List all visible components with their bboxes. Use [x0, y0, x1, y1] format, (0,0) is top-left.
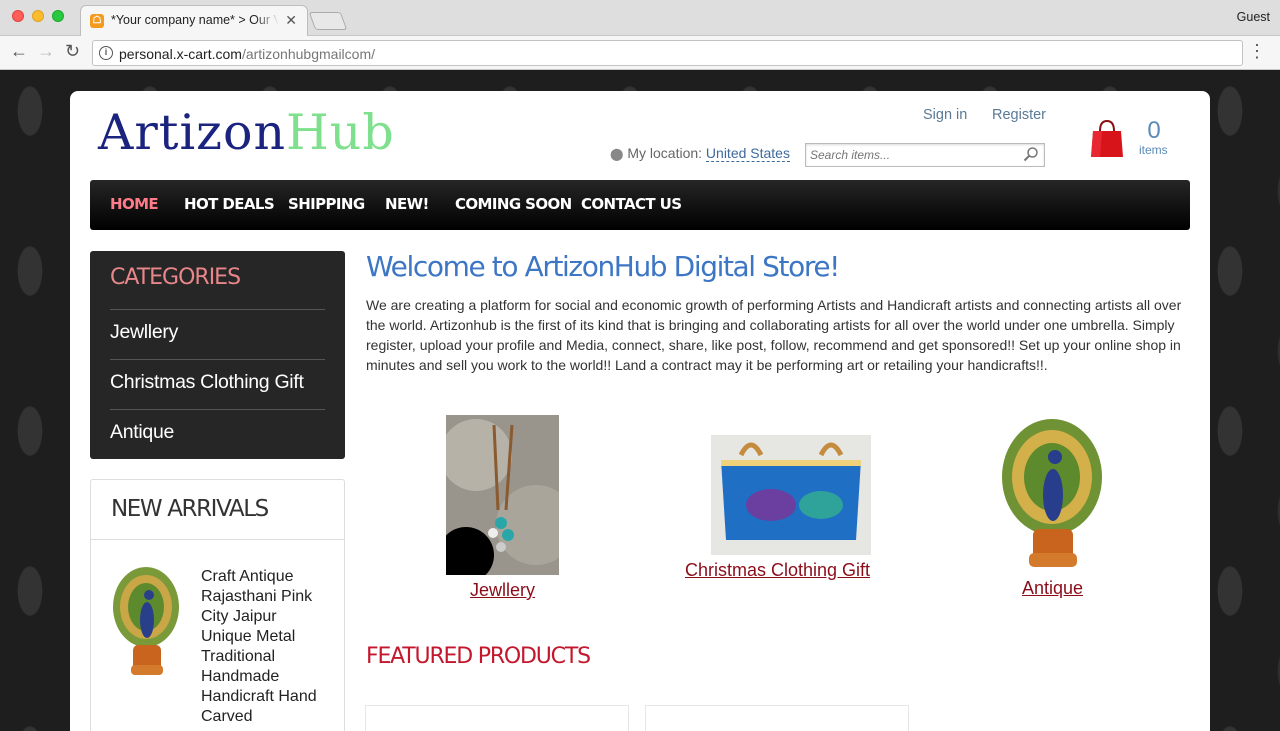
search-input[interactable]: [810, 146, 1015, 164]
tile-link-christmas-clothing-gift[interactable]: Christmas Clothing Gift: [670, 560, 885, 581]
minimize-window-button[interactable]: [32, 10, 44, 22]
new-arrivals-panel: NEW ARRIVALS Craft Antique Rajasthani Pi…: [90, 479, 345, 731]
address-bar[interactable]: i personal.x-cart.com/artizonhubgmailcom…: [92, 40, 1243, 66]
back-arrow-icon[interactable]: ←: [10, 41, 28, 62]
antique-image[interactable]: [995, 417, 1110, 573]
map-pin-icon: ⬤: [610, 147, 624, 161]
page-title: Welcome to ArtizonHub Digital Store!: [366, 250, 840, 283]
maximize-window-button[interactable]: [52, 10, 64, 22]
bag-image[interactable]: [711, 435, 871, 555]
browser-tab[interactable]: ☖ *Your company name* > Our V ✕: [80, 5, 308, 36]
divider: [91, 539, 344, 540]
arrival-product-name[interactable]: Craft Antique Rajasthani Pink City Jaipu…: [201, 567, 331, 727]
nav-home[interactable]: HOME: [110, 195, 159, 213]
nav-new[interactable]: NEW!: [385, 195, 429, 213]
arrival-product-image[interactable]: [111, 565, 181, 680]
new-arrivals-title: NEW ARRIVALS: [111, 496, 269, 522]
profile-name[interactable]: Guest: [1237, 10, 1270, 24]
search-icon[interactable]: [1023, 146, 1039, 162]
category-tile-jewllery[interactable]: Jewllery: [438, 415, 576, 601]
location-value-link[interactable]: United States: [705, 145, 790, 162]
categories-panel: CATEGORIES Jewllery Christmas Clothing G…: [90, 251, 345, 459]
jewllery-image[interactable]: [438, 415, 576, 583]
categories-title: CATEGORIES: [110, 265, 241, 290]
product-card[interactable]: [365, 705, 629, 731]
store-logo[interactable]: ArtizonHub: [98, 103, 395, 163]
cart-label[interactable]: items: [1139, 143, 1168, 157]
new-tab-button[interactable]: [308, 12, 348, 30]
category-item-christmas-clothing-gift[interactable]: Christmas Clothing Gift: [110, 359, 325, 409]
url-host: personal.x-cart.com: [119, 46, 242, 62]
register-link[interactable]: Register: [992, 107, 1046, 123]
cart-count[interactable]: 0: [1147, 117, 1161, 145]
product-card[interactable]: [645, 705, 909, 731]
store-container: ArtizonHub Sign in Register ⬤ My locatio…: [70, 91, 1210, 731]
nav-shipping[interactable]: SHIPPING: [288, 195, 365, 213]
url-text[interactable]: personal.x-cart.com/artizonhubgmailcom/: [119, 46, 375, 62]
nav-coming-soon[interactable]: COMING SOON: [455, 195, 572, 213]
intro-paragraph: We are creating a platform for social an…: [366, 297, 1182, 373]
info-icon[interactable]: i: [99, 46, 113, 60]
browser-tab-bar: ☖ *Your company name* > Our V ✕ Guest: [0, 0, 1280, 36]
location-selector: ⬤ My location: United States: [610, 145, 790, 162]
close-window-button[interactable]: [12, 10, 24, 22]
search-box: [805, 143, 1045, 167]
nav-contact-us[interactable]: CONTACT US: [581, 195, 682, 213]
reload-icon[interactable]: ↻: [65, 41, 80, 62]
browser-menu-icon[interactable]: ⋮: [1248, 42, 1266, 60]
shopping-bag-icon[interactable]: [1090, 119, 1124, 159]
logo-text-accent: Hub: [286, 104, 395, 161]
category-item-jewllery[interactable]: Jewllery: [110, 309, 325, 359]
logo-text-primary: Artizon: [98, 104, 287, 161]
tab-close-icon[interactable]: ✕: [285, 12, 297, 29]
category-tile-antique[interactable]: Antique: [995, 417, 1110, 599]
forward-arrow-icon[interactable]: →: [37, 41, 55, 62]
tab-title: *Your company name* > Our V: [111, 13, 279, 27]
tile-link-antique[interactable]: Antique: [995, 578, 1110, 599]
sign-in-link[interactable]: Sign in: [923, 107, 967, 123]
nav-hot-deals[interactable]: HOT DEALS: [184, 195, 275, 213]
url-path: /artizonhubgmailcom/: [241, 46, 375, 62]
featured-products-title: FEATURED PRODUCTS: [366, 644, 591, 669]
location-label: My location:: [627, 145, 703, 161]
main-navigation: HOME HOT DEALS SHIPPING NEW! COMING SOON…: [90, 180, 1190, 230]
browser-toolbar: ← → ↻ i personal.x-cart.com/artizonhubgm…: [0, 36, 1280, 70]
category-item-antique[interactable]: Antique: [110, 409, 325, 459]
tile-link-jewllery[interactable]: Jewllery: [446, 580, 559, 601]
site-favicon-icon: ☖: [90, 14, 104, 28]
category-tile-christmas-clothing-gift[interactable]: Christmas Clothing Gift: [670, 435, 885, 581]
